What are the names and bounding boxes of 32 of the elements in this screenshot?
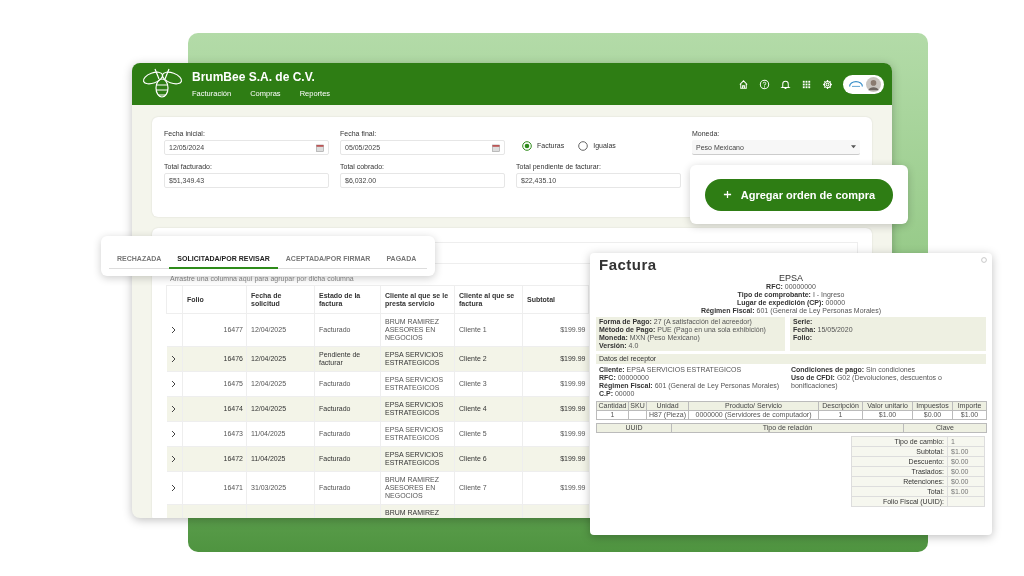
expand-chevron-icon[interactable] — [170, 405, 176, 413]
settings-icon[interactable] — [822, 78, 833, 90]
apps-grid-icon[interactable] — [801, 78, 812, 90]
expand-toggle[interactable] — [166, 446, 183, 472]
add-order-button[interactable]: Agregar orden de compra — [705, 178, 893, 211]
expand-chevron-icon[interactable] — [170, 355, 176, 363]
cloud-logo-icon — [848, 80, 864, 88]
expand-toggle[interactable] — [166, 396, 183, 422]
help-icon[interactable] — [759, 78, 770, 90]
expand-toggle[interactable] — [166, 346, 183, 372]
invoice-title: Factura — [599, 256, 657, 273]
avatar — [866, 76, 881, 92]
radio-button[interactable] — [522, 140, 532, 151]
expand-chevron-icon[interactable] — [170, 430, 176, 438]
expand-toggle[interactable] — [166, 421, 183, 447]
user-menu[interactable] — [843, 74, 884, 94]
calendar-icon[interactable] — [492, 143, 500, 152]
expand-toggle[interactable] — [166, 471, 183, 505]
expand-chevron-icon[interactable] — [170, 455, 176, 463]
home-icon[interactable] — [738, 78, 749, 90]
company-name: BrumBee S.A. de C.V. — [192, 70, 315, 84]
caret-icon — [851, 145, 856, 149]
expand-toggle[interactable] — [166, 313, 183, 347]
expand-chevron-icon[interactable] — [170, 380, 176, 388]
expand-toggle[interactable] — [166, 371, 183, 397]
expand-chevron-icon[interactable] — [170, 326, 176, 334]
expand-chevron-icon[interactable] — [170, 484, 176, 492]
calendar-icon[interactable] — [316, 143, 324, 152]
radio-button[interactable] — [578, 140, 589, 151]
plus-icon — [722, 190, 732, 199]
issuer-name: EPSA — [779, 273, 803, 283]
bell-icon[interactable] — [780, 78, 791, 90]
